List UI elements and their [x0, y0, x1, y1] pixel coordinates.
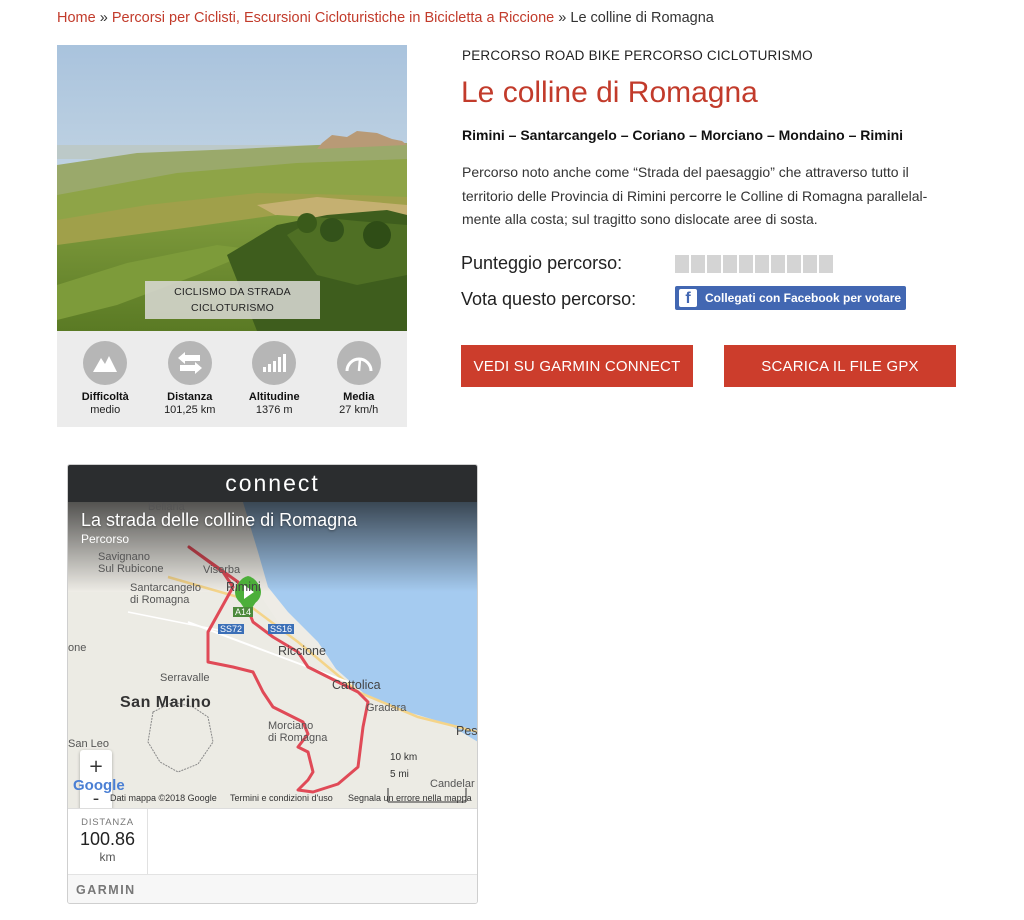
place-label: Morciano di Romagna — [268, 720, 328, 744]
stat-title: Distanza — [167, 391, 213, 403]
page-title: Le colline di Romagna — [461, 76, 758, 109]
gauge-icon — [336, 341, 381, 385]
widget-stats: DISTANZA 100.86 km — [68, 808, 477, 875]
place-label: Santarcangelo di Romagna — [130, 582, 201, 606]
stat-difficulty: Difficoltà medio — [65, 341, 145, 427]
route-categories: PERCORSO ROAD BIKE PERCORSO CICLOTURISMO — [462, 48, 813, 63]
connect-logo[interactable]: connect — [68, 465, 477, 502]
scale-km: 10 km — [390, 752, 418, 763]
star-icon[interactable] — [691, 255, 705, 273]
road-shield: SS72 — [218, 624, 245, 634]
distance-label: DISTANZA — [81, 817, 134, 828]
road-shield: A14 — [233, 607, 254, 617]
facebook-button-label: Collegati con Facebook per votare — [705, 291, 902, 305]
badge-line-road: CICLISMO DA STRADA — [174, 286, 291, 298]
distance-cell: DISTANZA 100.86 km — [68, 809, 148, 875]
stat-altitude: Altitudine 1376 m — [234, 341, 314, 427]
map-attribution: Google Dati mappa ©2018 Google Termini e… — [68, 777, 477, 807]
stat-value: 1376 m — [255, 404, 293, 416]
road-shield: SS16 — [268, 624, 295, 634]
facebook-login-button[interactable]: f Collegati con Facebook per votare — [675, 286, 906, 310]
breadcrumb-separator: » — [558, 10, 567, 26]
stat-value: 101,25 km — [164, 404, 216, 416]
route-map[interactable]: La strada delle colline di Romagna Perco… — [68, 502, 477, 808]
stat-title: Difficoltà — [81, 391, 129, 403]
route-description: Percorso noto anche come “Strada del pae… — [462, 164, 928, 227]
place-label: Bellaria — [148, 502, 185, 513]
star-icon[interactable] — [819, 255, 833, 273]
breadcrumb: Home » Percorsi per Ciclisti, Escursioni… — [57, 10, 714, 26]
place-label: Serravalle — [160, 672, 210, 684]
star-icon[interactable] — [755, 255, 769, 273]
place-label: San Marino — [120, 694, 212, 711]
distance-value: 100.86 — [79, 829, 136, 849]
garmin-route-widget: connect La strada delle colline di Romag… — [67, 464, 478, 904]
route-itinerary: Rimini – Santarcangelo – Coriano – Morci… — [462, 127, 904, 143]
route-type-badge: CICLISMO DA STRADA CICLOTURISMO — [145, 281, 320, 319]
star-icon[interactable] — [803, 255, 817, 273]
place-label: San Leo — [68, 738, 109, 750]
route-hero-image: CICLISMO DA STRADA CICLOTURISMO — [57, 45, 407, 331]
rating-stars[interactable] — [675, 255, 833, 273]
vote-label: Vota questo percorso: — [461, 289, 637, 309]
place-label: Candelar — [430, 778, 475, 790]
mountain-icon — [83, 341, 128, 385]
arrows-icon — [167, 341, 212, 385]
stat-title: Altitudine — [248, 391, 300, 403]
google-logo[interactable]: Google — [73, 777, 125, 794]
route-stats: Difficoltà medio Distanza 101,25 km Alti… — [57, 331, 407, 427]
star-icon[interactable] — [675, 255, 689, 273]
rating-label: Punteggio percorso: — [461, 253, 623, 273]
distance-unit: km — [99, 850, 116, 864]
place-label: Gradara — [366, 702, 407, 714]
star-icon[interactable] — [707, 255, 721, 273]
map-route-type: Percorso — [81, 532, 130, 546]
place-label: one — [68, 642, 87, 654]
stat-value: medio — [90, 404, 121, 416]
place-label: Riccione — [278, 644, 326, 658]
star-icon[interactable] — [771, 255, 785, 273]
download-gpx-button[interactable]: SCARICA IL FILE GPX — [724, 345, 956, 387]
place-label: Rimini — [226, 580, 261, 594]
stat-title: Media — [343, 391, 375, 403]
stat-distance: Distanza 101,25 km — [150, 341, 230, 427]
scale-mi: 5 mi — [390, 769, 409, 780]
bars-icon — [252, 341, 297, 385]
breadcrumb-home-link[interactable]: Home — [57, 10, 96, 26]
breadcrumb-category-link[interactable]: Percorsi per Ciclisti, Escursioni Ciclot… — [112, 10, 554, 26]
place-label: Pes — [456, 724, 477, 738]
place-label: Savignano Sul Rubicone — [98, 551, 164, 575]
place-label: Viserba — [203, 564, 241, 576]
report-error-link[interactable]: Segnala un errore nella mappa — [348, 793, 472, 803]
garmin-connect-button[interactable]: VEDI SU GARMIN CONNECT — [461, 345, 693, 387]
star-icon[interactable] — [787, 255, 801, 273]
star-icon[interactable] — [723, 255, 737, 273]
stat-average-speed: Media 27 km/h — [319, 341, 399, 427]
badge-line-touring: CICLOTURISMO — [191, 302, 274, 314]
map-data-credit: Dati mappa ©2018 Google — [110, 793, 217, 803]
breadcrumb-current: Le colline di Romagna — [570, 10, 714, 26]
star-icon[interactable] — [739, 255, 753, 273]
garmin-footer-logo[interactable]: GARMIN — [68, 874, 477, 903]
map-route-title: La strada delle colline di Romagna — [81, 510, 358, 530]
stat-value: 27 km/h — [339, 404, 379, 416]
breadcrumb-separator: » — [99, 10, 108, 26]
facebook-icon: f — [679, 289, 697, 307]
place-label: Cattolica — [332, 678, 381, 692]
terms-link[interactable]: Termini e condizioni d'uso — [230, 793, 333, 803]
